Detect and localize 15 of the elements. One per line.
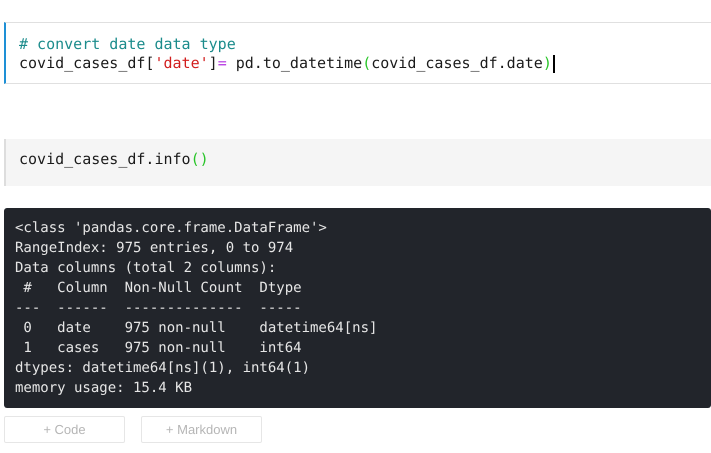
output-line: memory usage: 15.4 KB [15,379,192,398]
code-line: # convert date data type [19,35,236,54]
output-line: --- ------ -------------- ----- [15,299,303,318]
code-line: covid_cases_df['date']= pd.to_datetime(covid_cases_df.date) [19,54,555,73]
output-line: 1 cases 975 non-null int64 [22,339,303,358]
output-line: dtypes: datetime64[ns](1), int64(1) [15,359,310,378]
output-line: # Column Non-Null Count Dtype [22,279,303,298]
output-line: RangeIndex: 975 entries, 0 to 974 [15,239,294,258]
code-cell[interactable]: covid_cases_df.info() [4,139,711,186]
code-cell[interactable]: # convert date data type covid_cases_df['date']= pd.to_datetime(covid_cases_df.date) [4,22,711,84]
output-line: 0 date 975 non-null datetime64[ns] [22,319,378,338]
output-line: <class 'pandas.core.frame.DataFrame'> [15,219,327,238]
text-cursor [552,54,555,72]
code-line: covid_cases_df.info() [19,150,209,169]
output-line: Data columns (total 2 columns): [15,259,276,278]
